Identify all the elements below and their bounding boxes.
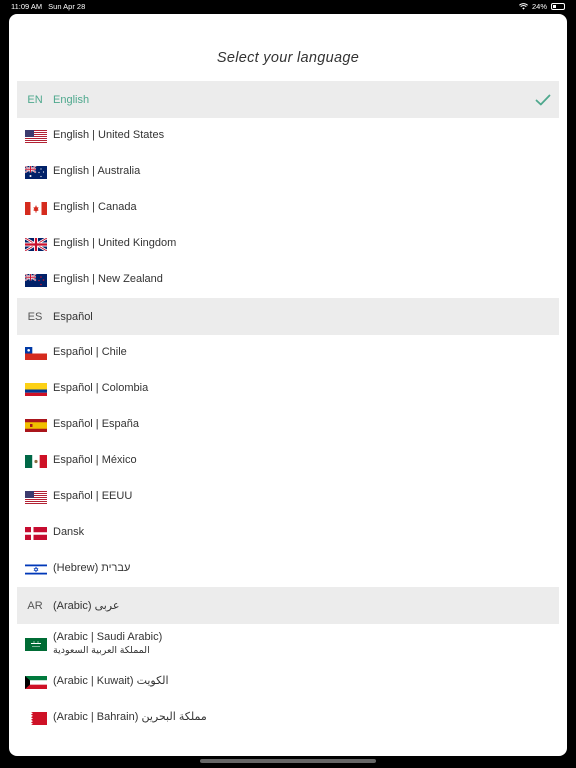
language-option-label-wrap: (Arabic | Kuwait) الكويت xyxy=(53,675,559,689)
language-option[interactable]: Español | EEUU xyxy=(17,479,559,515)
language-option-label-wrap: Español | Chile xyxy=(53,346,559,360)
language-option-label: (Hebrew) עברית xyxy=(53,562,131,575)
language-option-label: English | Australia xyxy=(53,165,141,178)
page-title: Select your language xyxy=(216,50,360,66)
language-group-en[interactable]: EN English xyxy=(17,81,559,118)
language-group-es[interactable]: ES Español xyxy=(17,298,559,335)
language-option-label: Español | EEUU xyxy=(53,490,133,503)
language-option-label-wrap: (Arabic | Bahrain) مملكة البحرين xyxy=(53,711,559,725)
language-group-ar[interactable]: AR (Arabic) عربى xyxy=(17,587,559,624)
language-option-label: Español | México xyxy=(53,454,137,467)
us-flag-icon xyxy=(17,129,53,143)
language-code: ES xyxy=(27,310,43,323)
language-option[interactable]: English | New Zealand xyxy=(17,262,559,298)
new-zealand-flag-icon xyxy=(17,273,53,287)
language-option-label-wrap: English | Canada xyxy=(53,201,559,215)
language-option[interactable]: English | Canada xyxy=(17,190,559,226)
language-option-label-wrap: English | Australia xyxy=(53,165,559,179)
language-option[interactable]: Español | Colombia xyxy=(17,371,559,407)
language-option-label-wrap: Español | EEUU xyxy=(53,490,559,504)
checkmark-icon xyxy=(527,81,559,118)
status-date: Sun Apr 28 xyxy=(48,2,86,11)
language-group-label: Español xyxy=(53,310,93,323)
language-option[interactable]: English | United Kingdom xyxy=(17,226,559,262)
language-option[interactable]: (Hebrew) עברית xyxy=(17,551,559,587)
language-option[interactable]: English | United States xyxy=(17,118,559,154)
language-option-label-wrap: Dansk xyxy=(53,526,559,540)
language-option-label: (Arabic | Saudi Arabic) xyxy=(53,631,163,644)
status-bar: 11:09 AM Sun Apr 28 24% xyxy=(0,0,576,13)
language-option-label-wrap: English | United States xyxy=(53,129,559,143)
language-option-sublabel: المملكة العربية السعودية xyxy=(53,644,150,656)
status-time: 11:09 AM xyxy=(11,2,43,11)
language-option-label: Español | España xyxy=(53,418,140,431)
home-indicator[interactable] xyxy=(200,759,376,763)
language-option-label: (Arabic | Kuwait) الكويت xyxy=(53,675,169,688)
spain-flag-icon xyxy=(17,418,53,432)
uk-flag-icon xyxy=(17,237,53,251)
language-option[interactable]: Español | México xyxy=(17,443,559,479)
language-option-label-wrap: English | New Zealand xyxy=(53,273,559,287)
canada-flag-icon xyxy=(17,201,53,215)
language-option-label: English | Canada xyxy=(53,201,137,214)
language-option[interactable]: (Arabic | Saudi Arabic) المملكة العربية ا… xyxy=(17,624,559,664)
battery-percent: 24% xyxy=(531,2,547,11)
language-option-label: (Arabic | Bahrain) مملكة البحرين xyxy=(53,711,207,724)
language-group-label: English xyxy=(53,93,90,106)
language-option[interactable]: (Arabic | Bahrain) مملكة البحرين xyxy=(17,700,559,736)
australia-flag-icon xyxy=(17,165,53,179)
language-option[interactable]: Español | Chile xyxy=(17,335,559,371)
language-list: EN English English | United States English … xyxy=(17,81,559,736)
language-option-label: Español | Colombia xyxy=(53,382,149,395)
saudi-arabia-flag-icon xyxy=(17,637,53,651)
language-option-label: Dansk xyxy=(53,526,85,539)
language-option[interactable]: (Arabic | Kuwait) الكويت xyxy=(17,664,559,700)
language-option[interactable]: Dansk xyxy=(17,515,559,551)
language-option-label: English | United States xyxy=(53,129,165,142)
language-option-label-wrap: English | United Kingdom xyxy=(53,237,559,251)
us-flag-icon xyxy=(17,490,53,504)
bahrain-flag-icon xyxy=(17,711,53,725)
language-option-label: Español | Chile xyxy=(53,346,127,359)
language-option[interactable]: Español | España xyxy=(17,407,559,443)
kuwait-flag-icon xyxy=(17,675,53,689)
language-option-label: English | New Zealand xyxy=(53,273,163,286)
language-group-label: (Arabic) عربى xyxy=(53,600,120,612)
language-sheet: Select your language EN English English | … xyxy=(9,14,567,756)
colombia-flag-icon xyxy=(17,382,53,396)
wifi-icon xyxy=(519,3,528,10)
israel-flag-icon xyxy=(17,562,53,576)
battery-icon xyxy=(551,3,565,10)
language-option-label: English | United Kingdom xyxy=(53,237,177,250)
language-option[interactable]: English | Australia xyxy=(17,154,559,190)
language-option-label-wrap: (Arabic | Saudi Arabic) المملكة العربية ا… xyxy=(53,631,559,657)
language-option-label-wrap: Español | Colombia xyxy=(53,382,559,396)
language-option-label-wrap: (Hebrew) עברית xyxy=(53,562,559,576)
language-code: EN xyxy=(27,93,43,106)
language-option-label-wrap: Español | México xyxy=(53,454,559,468)
denmark-flag-icon xyxy=(17,526,53,540)
language-code: AR xyxy=(27,599,43,612)
chile-flag-icon xyxy=(17,346,53,360)
mexico-flag-icon xyxy=(17,454,53,468)
language-option-label-wrap: Español | España xyxy=(53,418,559,432)
